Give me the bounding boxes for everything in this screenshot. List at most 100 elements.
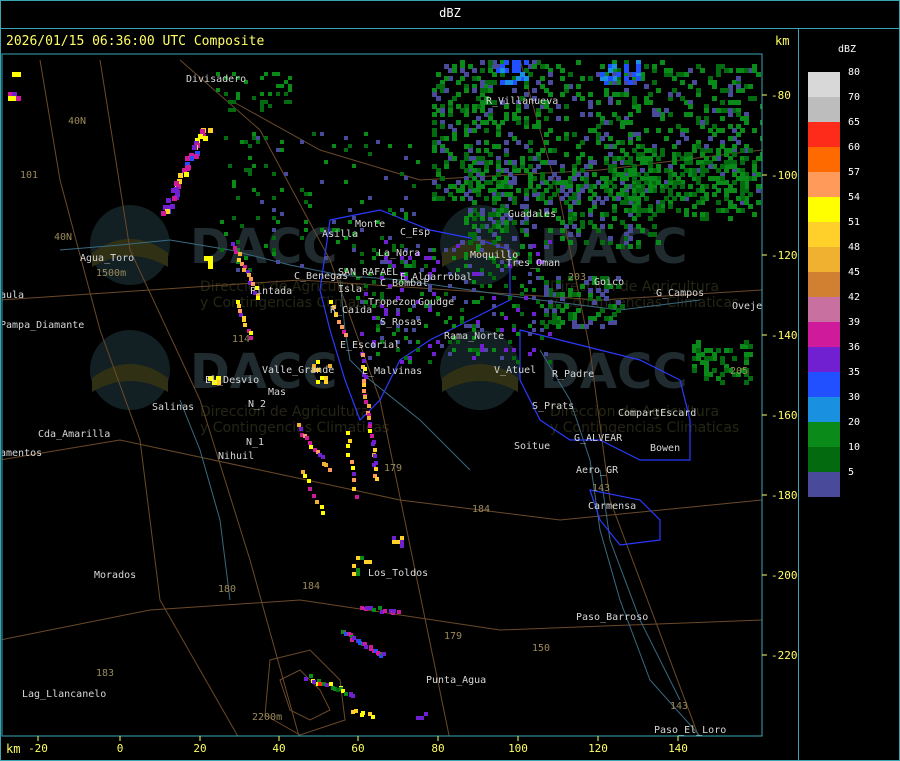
echo-pixel — [351, 694, 355, 698]
town-label: 180 — [218, 584, 236, 595]
echo-pixel — [480, 68, 485, 73]
echo-pixel — [318, 682, 322, 686]
echo-pixel — [512, 160, 517, 165]
legend-label: 5 — [848, 467, 855, 478]
echo-pixel — [564, 136, 569, 141]
echo-pixel — [512, 324, 516, 328]
echo-pixel — [504, 284, 508, 288]
y-tick-label: -140 — [771, 329, 798, 342]
echo-pixel — [540, 320, 545, 325]
echo-pixel — [428, 344, 432, 348]
echo-pixel — [560, 68, 565, 73]
echo-pixel — [528, 156, 533, 161]
x-axis: -20 0 20 40 60 80 100 120 140 — [28, 736, 688, 755]
echo-pixel — [228, 100, 232, 104]
echo-pixel — [756, 184, 761, 189]
echo-pixel — [472, 300, 476, 304]
echo-pixel — [329, 300, 333, 304]
town-label: Morados — [94, 570, 136, 581]
echo-pixel — [320, 376, 324, 380]
echo-pixel — [736, 84, 741, 89]
echo-pixel — [396, 308, 400, 312]
town-label: Goico — [594, 277, 624, 288]
echo-pixel — [456, 92, 461, 97]
echo-pixel — [800, 192, 805, 197]
echo-pixel — [228, 164, 232, 168]
echo-pixel — [364, 400, 368, 404]
echo-pixel — [300, 140, 304, 144]
echo-pixel — [175, 190, 180, 195]
echo-pixel — [276, 220, 280, 224]
echo-pixel — [696, 180, 701, 185]
echo-pixel — [472, 324, 476, 328]
echo-pixel — [224, 92, 228, 96]
echo-pixel — [616, 300, 621, 305]
echo-pixel — [460, 160, 465, 165]
echo-pixel — [676, 152, 681, 157]
echo-pixel — [772, 76, 777, 81]
echo-pixel — [464, 256, 468, 260]
radar-map[interactable]: DACC Direccion de Agriculturay Contingenc… — [0, 0, 900, 761]
echo-pixel — [436, 312, 440, 316]
echo-pixel — [346, 431, 350, 435]
echo-pixel — [600, 224, 605, 229]
echo-pixel — [476, 192, 481, 197]
x-tick-label: 80 — [431, 742, 444, 755]
echo-pixel — [309, 445, 313, 449]
echo-pixel — [556, 136, 561, 141]
echo-pixel — [788, 116, 793, 121]
echo-pixel — [576, 60, 581, 65]
echo-pixel — [371, 715, 375, 719]
echo-pixel — [472, 168, 477, 173]
echo-pixel — [768, 148, 773, 153]
town-label: S_Rosas — [380, 317, 422, 328]
echo-pixel — [307, 479, 311, 483]
echo-pixel — [652, 232, 657, 237]
echo-pixel — [572, 292, 577, 297]
echo-pixel — [808, 60, 813, 65]
echo-pixel — [600, 200, 605, 205]
echo-pixel — [416, 348, 420, 352]
echo-pixel — [664, 68, 669, 73]
echo-pixel — [300, 264, 304, 268]
echo-pixel — [460, 320, 464, 324]
echo-pixel — [174, 181, 179, 186]
echo-pixel — [684, 152, 689, 157]
echo-pixel — [520, 160, 525, 165]
echo-pixel — [532, 288, 536, 292]
echo-pixel — [276, 92, 280, 96]
echo-pixel — [350, 460, 354, 464]
echo-pixel — [238, 309, 242, 313]
echo-pixel — [676, 208, 681, 213]
echo-pixel — [272, 72, 276, 76]
echo-pixel — [480, 296, 484, 300]
echo-pixel — [716, 128, 721, 133]
echo-pixel — [512, 196, 517, 201]
echo-pixel — [320, 180, 324, 184]
echo-pixel — [232, 184, 236, 188]
echo-pixel — [704, 184, 709, 189]
echo-pixel — [496, 244, 500, 248]
echo-pixel — [532, 320, 536, 324]
echo-pixel — [588, 320, 593, 325]
echo-pixel — [456, 244, 460, 248]
echo-pixel — [700, 212, 705, 217]
echo-pixel — [360, 300, 364, 304]
town-label: 150 — [532, 643, 550, 654]
echo-pixel — [248, 172, 252, 176]
echo-pixel — [428, 248, 432, 252]
town-label: 179 — [384, 463, 402, 474]
echo-pixel — [440, 196, 445, 201]
echo-pixel — [408, 340, 412, 344]
echo-pixel — [604, 88, 609, 93]
town-label: Monte — [355, 219, 385, 230]
echo-pixel — [432, 352, 436, 356]
watermark-line1: Direccion de Agricultura — [200, 404, 369, 420]
legend-swatch — [808, 422, 840, 447]
echo-pixel — [412, 212, 416, 216]
legend-swatch — [808, 372, 840, 397]
town-label: Tropezon — [368, 297, 416, 308]
echo-pixel — [400, 260, 404, 264]
echo-pixel — [432, 248, 436, 252]
echo-pixel — [520, 244, 525, 249]
